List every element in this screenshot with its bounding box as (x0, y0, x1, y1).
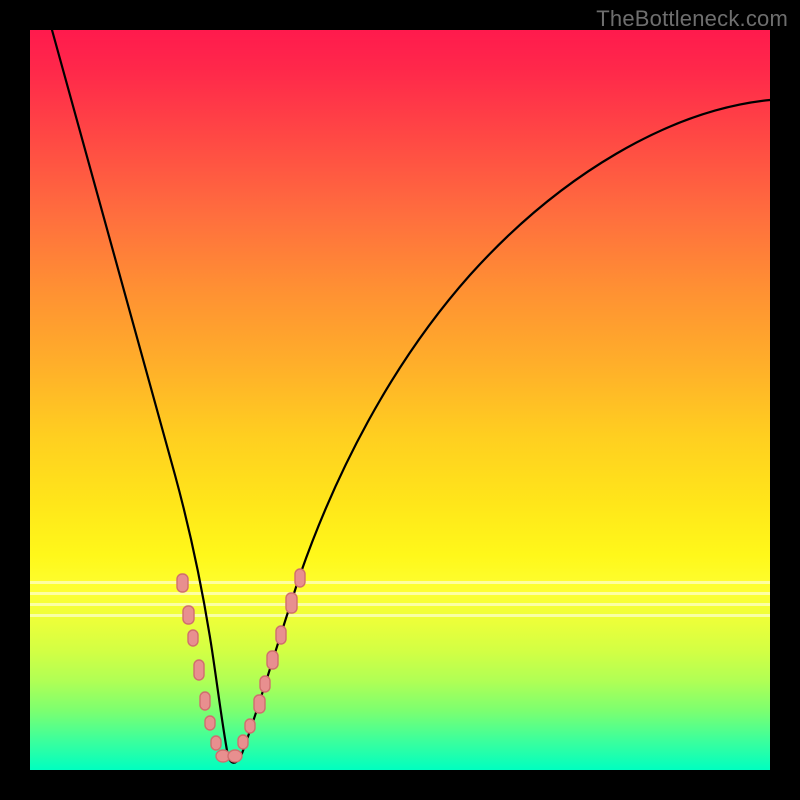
bottleneck-curve (52, 30, 770, 763)
data-marker (228, 750, 242, 762)
data-marker (177, 574, 188, 592)
marker-group (177, 569, 305, 762)
data-marker (276, 626, 286, 644)
data-marker (194, 660, 204, 680)
data-marker (286, 593, 297, 613)
data-marker (238, 735, 248, 749)
chart-svg (30, 30, 770, 770)
data-marker (188, 630, 198, 646)
data-marker (211, 736, 221, 750)
data-marker (254, 695, 265, 713)
data-marker (205, 716, 215, 730)
chart-plot-area (30, 30, 770, 770)
data-marker (267, 651, 278, 669)
data-marker (245, 719, 255, 733)
watermark-text: TheBottleneck.com (596, 6, 788, 32)
data-marker (260, 676, 270, 692)
data-marker (183, 606, 194, 624)
data-marker (200, 692, 210, 710)
data-marker (295, 569, 305, 587)
